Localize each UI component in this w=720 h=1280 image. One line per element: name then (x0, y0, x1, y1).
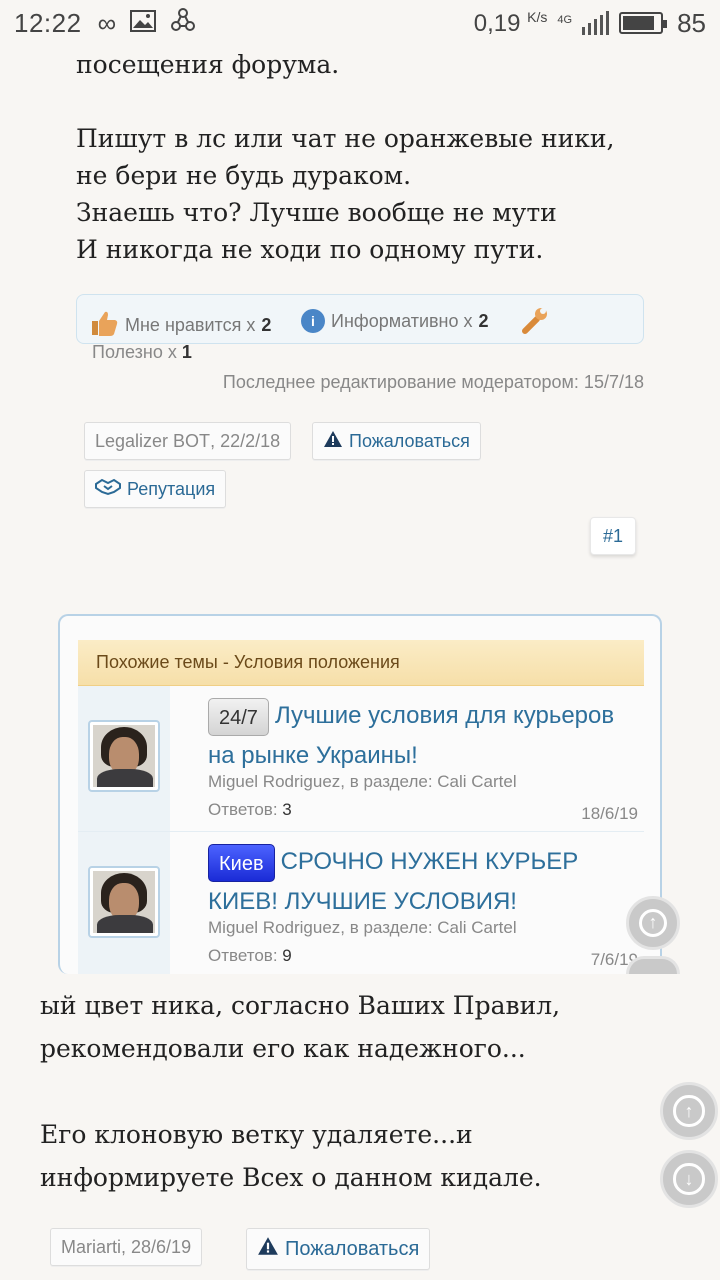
avatar[interactable] (88, 720, 160, 792)
useful-rating[interactable]: Полезно x 1 (92, 342, 192, 363)
clock: 12:22 (14, 7, 82, 38)
thread-author-section[interactable]: Miguel Rodriguez, в разделе: Cali Cartel (208, 772, 517, 792)
thread-date: 18/6/19 (581, 804, 638, 823)
page-scroll-up-button[interactable]: ↑ (660, 1082, 718, 1140)
report-button[interactable]: Пожаловаться (312, 422, 481, 460)
thread-replies: Ответов: 3 (208, 800, 292, 819)
post-line: Знаешь что? Лучше вообще не мути (76, 198, 557, 227)
post-line: не бери не будь дураком. (76, 161, 412, 190)
battery-level: 85 (677, 7, 706, 38)
arrow-up-icon: ↑ (638, 908, 668, 938)
network-speed: 0,19 K/s (473, 8, 548, 37)
post-line: И никогда не ходи по одному пути. (76, 235, 544, 264)
wrench-icon[interactable] (519, 303, 551, 335)
post-date: , 28/6/19 (121, 1236, 192, 1257)
post-line: Пишут в лс или чат не оранжевые ники, (76, 124, 615, 153)
warning-icon (323, 430, 343, 453)
signal-icon (582, 11, 610, 35)
author-link[interactable]: Mariarti (61, 1237, 121, 1258)
status-bar: 12:22 ∞ 0,19 K/s 4G 85 (0, 0, 720, 46)
arrow-up-icon: ↑ (673, 1095, 705, 1127)
thread-title-link[interactable]: 24/7 Лучшие условия для курьеров на рынке… (208, 696, 638, 776)
post-date: , 22/2/18 (210, 430, 281, 451)
post-permalink[interactable]: #1 (590, 517, 636, 555)
post-line: рекомендовали его как надежного... (40, 1034, 526, 1063)
page-scroll-down-button[interactable]: ↓ (660, 1150, 718, 1208)
network-type: 4G (557, 13, 573, 26)
thumbs-up-icon (89, 309, 119, 342)
post-line: информируете Всех о данном кидале. (40, 1163, 542, 1192)
thread-title-link[interactable]: Киев СРОЧНО НУЖЕН КУРЬЕР КИЕВ! ЛУЧШИЕ УСЛ… (208, 842, 638, 922)
share-icon (170, 7, 196, 40)
similar-thread-item[interactable]: Киев СРОЧНО НУЖЕН КУРЬЕР КИЕВ! ЛУЧШИЕ УСЛ… (78, 832, 644, 974)
thread-author-section[interactable]: Miguel Rodriguez, в разделе: Cali Cartel (208, 918, 517, 938)
reputation-button[interactable]: Репутация (84, 470, 227, 508)
info-icon: i (301, 309, 325, 333)
battery-icon (619, 12, 668, 34)
edited-note: Последнее редактирование модератором: 15… (222, 372, 644, 392)
post-author-date[interactable]: Legalizer BOT , 22/2/18 (84, 422, 292, 460)
informative-rating[interactable]: i Информативно x 2 (301, 309, 489, 333)
report-button[interactable]: Пожаловаться (246, 1228, 431, 1270)
thread-replies: Ответов: 9 (208, 946, 292, 965)
author-link[interactable]: Legalizer BOT (95, 431, 210, 452)
arrow-down-icon: ↓ (673, 1163, 705, 1195)
handshake-icon (95, 478, 121, 501)
post-message-bottom: ый цвет ника, согласно Ваших Правил, рек… (40, 984, 680, 1199)
post2-author-date[interactable]: Mariarti , 28/6/19 (50, 1228, 203, 1266)
avatar[interactable] (88, 866, 160, 938)
post-message-top: посещения форума. Пишут в лс или чат не … (76, 46, 696, 268)
warning-icon (257, 1236, 279, 1262)
similar-thread-item[interactable]: 24/7 Лучшие условия для курьеров на рынке… (78, 686, 644, 832)
image-icon (130, 8, 157, 39)
like-rating[interactable]: Мне нравится x 2 (89, 309, 271, 342)
thread-prefix: Киев (208, 843, 275, 882)
post-line: посещения форума. (76, 50, 340, 79)
post-line: Его клоновую ветку удаляете...и (40, 1120, 473, 1149)
ratings-box: Мне нравится x 2 i Информативно x 2 (76, 294, 644, 344)
similar-threads-block: Похожие темы - Условия положения 24/7 Луч… (58, 614, 662, 974)
scroll-up-button[interactable]: ↑ (626, 896, 680, 950)
post-line: ый цвет ника, согласно Ваших Правил, (40, 991, 561, 1020)
scroll-down-button-partial[interactable] (626, 956, 680, 974)
infinity-icon: ∞ (97, 7, 117, 38)
thread-prefix: 24/7 (208, 697, 269, 736)
similar-threads-title: Похожие темы - Условия положения (78, 640, 644, 686)
